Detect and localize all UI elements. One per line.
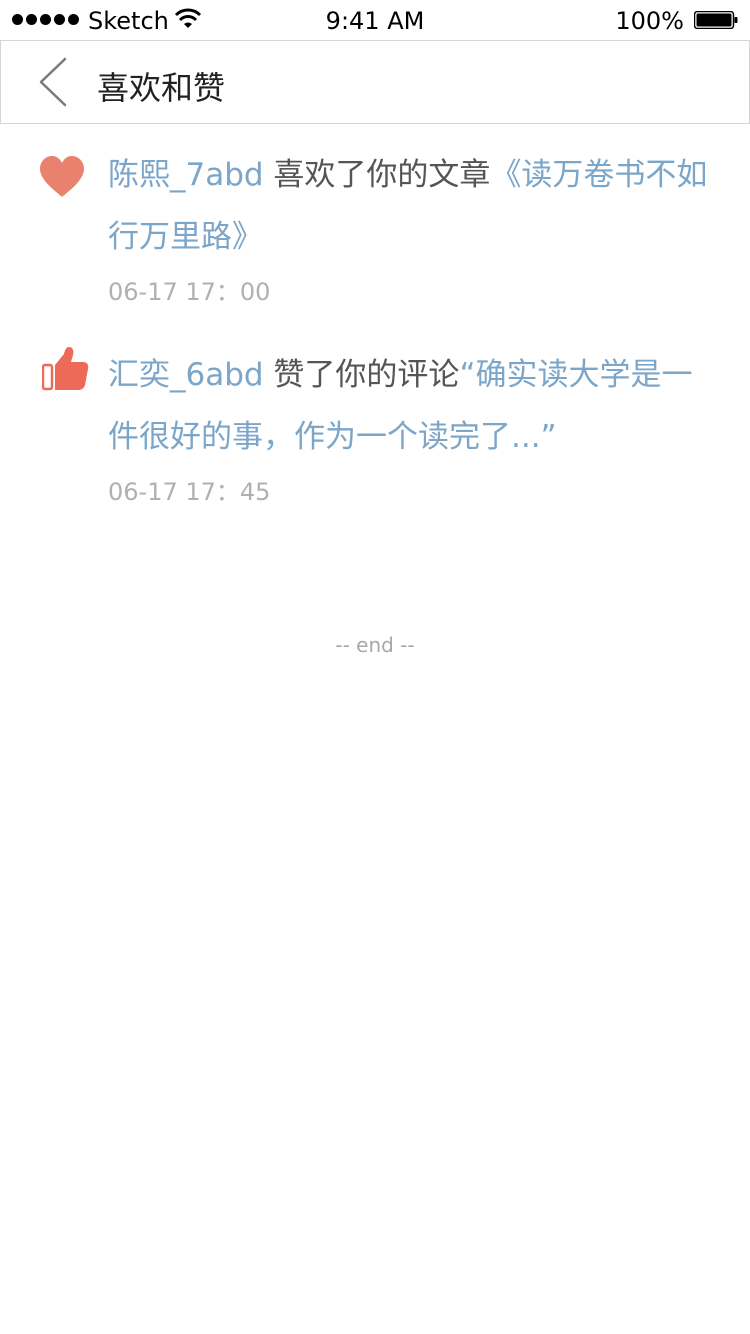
page-title: 喜欢和赞	[97, 69, 226, 107]
action-text: 赞了你的评论	[263, 357, 460, 393]
battery-percent: 100%	[615, 7, 684, 35]
notification-text: 汇奕_6abd 赞了你的评论“确实读大学是一件很好的事，作为一个读完了...”	[108, 344, 708, 468]
back-button[interactable]	[31, 55, 75, 109]
navigation-bar: 喜欢和赞	[0, 40, 750, 124]
notification-text: 陈熙_7abd 喜欢了你的文章《读万卷书不如行万里路》	[108, 144, 708, 268]
end-of-list-marker: -- end --	[335, 633, 415, 657]
battery-icon	[694, 11, 738, 29]
action-text: 喜欢了你的文章	[263, 157, 491, 193]
screen: Sketch 9:41 AM 100% 喜欢和赞 陈熙_7abd 喜欢了你的文章…	[0, 0, 750, 1334]
user-link[interactable]: 汇奕_6abd	[108, 357, 264, 393]
thumbs-up-icon	[42, 347, 89, 391]
heart-icon	[40, 156, 84, 197]
notification-time: 06-17 17：00	[108, 278, 271, 306]
user-link[interactable]: 陈熙_7abd	[108, 157, 264, 193]
notification-time: 06-17 17：45	[108, 478, 271, 506]
status-bar: Sketch 9:41 AM 100%	[0, 0, 750, 40]
